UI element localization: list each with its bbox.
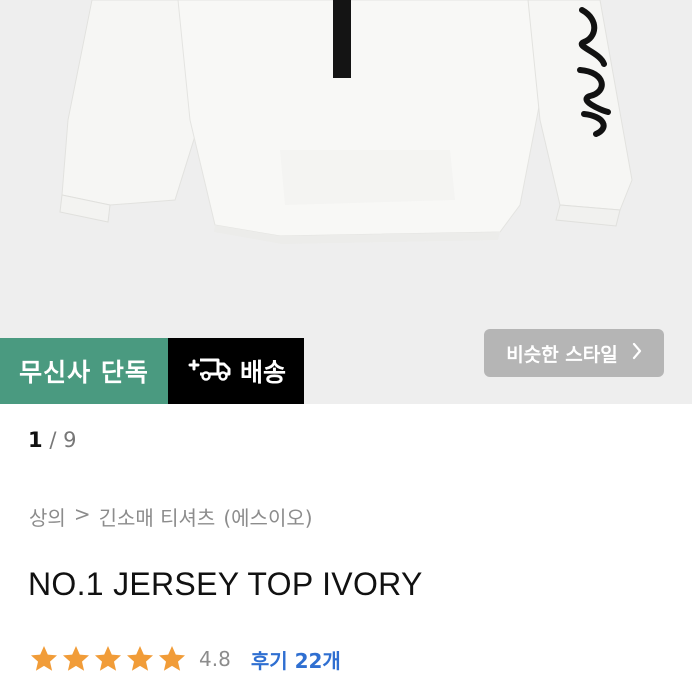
reviews-link[interactable]: 후기 22개 [251,645,341,674]
delivery-badge: 배송 [168,338,304,404]
similar-style-label: 비슷한 스타일 [506,343,618,366]
plus-truck-icon [186,354,232,388]
exclusive-badge: 무신사 단독 [0,338,168,404]
product-title: NO.1 JERSEY TOP IVORY [28,566,423,602]
star-icon [31,646,57,671]
exclusive-badge-label: 무신사 단독 [19,358,149,387]
rating-row: 4.8 후기 22개 [29,642,341,676]
star-icon [127,646,153,671]
breadcrumb-separator: > [73,502,91,526]
chevron-right-icon [632,342,642,365]
breadcrumb-brand[interactable]: (에스이오) [223,502,312,531]
image-pager: 1 / 9 [28,428,76,452]
rating-stars [29,644,187,674]
pager-separator: / [49,428,57,452]
pager-total: 9 [63,428,77,452]
pager-current: 1 [28,428,43,452]
breadcrumb-category[interactable]: 상의 [29,502,66,531]
delivery-badge-label: 배송 [239,358,286,387]
star-icon [95,646,121,671]
rating-value: 4.8 [199,647,231,671]
similar-style-button[interactable]: 비슷한 스타일 [484,329,664,377]
breadcrumb: 상의 > 긴소매 티셔츠 (에스이오) [29,502,313,531]
breadcrumb-subcategory[interactable]: 긴소매 티셔츠 [99,502,216,531]
star-icon [63,646,89,671]
star-icon [159,646,185,671]
